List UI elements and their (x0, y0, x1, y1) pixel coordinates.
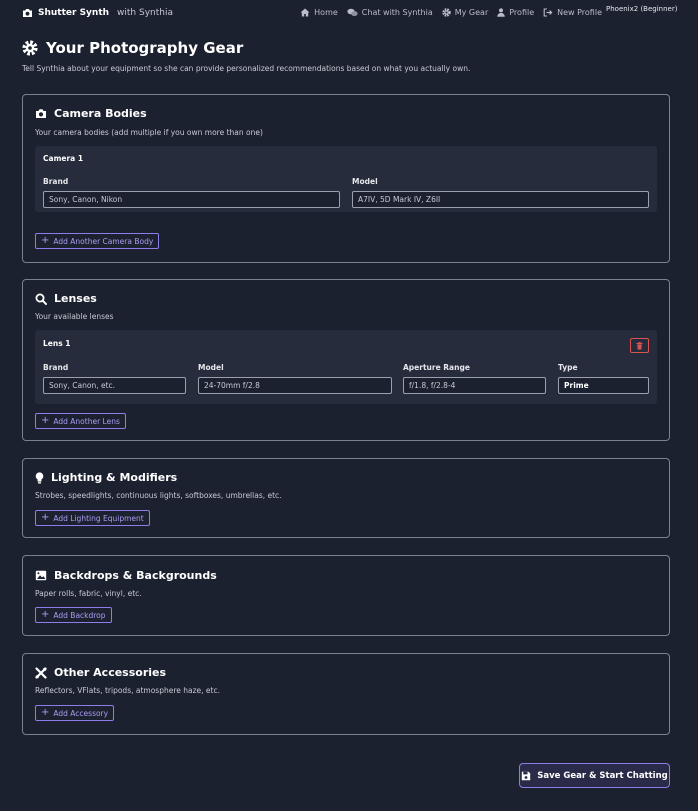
page-heading: Your Photography Gear (46, 39, 244, 57)
camera-model-input[interactable]: A7IV, 5D Mark IV, Z6II (352, 191, 649, 208)
camera-bodies-title: Camera Bodies (54, 107, 147, 120)
nav-home[interactable]: Home (300, 8, 338, 17)
lens-type-select[interactable]: Prime (558, 377, 649, 394)
add-camera-button[interactable]: + Add Another Camera Body (35, 233, 160, 249)
lens-model-label: Model (198, 363, 224, 372)
accessories-section: Other Accessories Reflectors, VFlats, tr… (22, 653, 670, 735)
camera-model-label: Model (352, 177, 378, 186)
cog-icon (22, 40, 38, 56)
home-icon (300, 8, 310, 17)
add-lighting-label: Add Lighting Equipment (53, 513, 144, 523)
nav-profile-label: Profile (509, 8, 535, 17)
lenses-section: Lenses Your available lenses Lens 1 Bran… (22, 279, 670, 441)
user-icon (497, 8, 505, 17)
lighting-title: Lighting & Modifiers (51, 471, 178, 484)
add-lens-label: Add Another Lens (53, 416, 120, 426)
plus-icon: + (41, 235, 50, 246)
gear-icon (442, 8, 451, 17)
plus-icon: + (41, 512, 50, 523)
camera-brand-label: Brand (43, 177, 69, 186)
user-badge[interactable]: Phoenix2 (Beginner) (606, 5, 677, 13)
nav-home-label: Home (314, 8, 338, 17)
trash-icon (636, 341, 643, 350)
lens-type-label: Type (558, 363, 578, 372)
lenses-description: Your available lenses (35, 312, 114, 321)
camera-card-title: Camera 1 (43, 154, 84, 163)
camera-icon (22, 8, 33, 18)
camera-bodies-header: Camera Bodies (35, 107, 147, 120)
top-navbar: Shutter Synth with Synthia Home Chat wit… (0, 0, 698, 28)
camera-bodies-description: Your camera bodies (add multiple if you … (35, 128, 263, 137)
accessories-header: Other Accessories (35, 666, 166, 679)
add-accessory-button[interactable]: + Add Accessory (35, 705, 115, 721)
lens-brand-label: Brand (43, 363, 69, 372)
backdrops-description: Paper rolls, fabric, vinyl, etc. (35, 589, 142, 598)
page-title: Your Photography Gear (22, 39, 243, 57)
page-description: Tell Synthia about your equipment so she… (22, 64, 471, 73)
lens-card: Lens 1 Brand Sony, Canon, etc. Model 24-… (35, 330, 657, 404)
nav-new-profile-label: New Profile (557, 8, 602, 17)
nav-profile[interactable]: Profile (497, 8, 534, 17)
save-gear-button[interactable]: Save Gear & Start Chatting (519, 763, 670, 788)
lenses-header: Lenses (35, 292, 97, 305)
backdrops-header: Backdrops & Backgrounds (35, 569, 217, 582)
backdrops-section: Backdrops & Backgrounds Paper rolls, fab… (22, 555, 670, 636)
lenses-title: Lenses (54, 292, 97, 305)
nav-chat-label: Chat with Synthia (361, 8, 433, 17)
nav-my-gear-label: My Gear (454, 8, 489, 17)
save-icon (521, 771, 531, 781)
lens-aperture-label: Aperture Range (403, 363, 470, 372)
chat-icon (347, 8, 358, 17)
lighting-header: Lighting & Modifiers (35, 471, 177, 484)
tools-icon (35, 666, 47, 679)
plus-icon: + (41, 707, 50, 718)
lens-model-input[interactable]: 24-70mm f/2.8 (198, 377, 392, 394)
lighting-description: Strobes, speedlights, continuous lights,… (35, 491, 282, 500)
lighting-section: Lighting & Modifiers Strobes, speedlight… (22, 458, 670, 538)
lens-card-title: Lens 1 (43, 339, 71, 348)
add-backdrop-button[interactable]: + Add Backdrop (35, 607, 112, 623)
add-lighting-button[interactable]: + Add Lighting Equipment (35, 510, 150, 526)
nav-my-gear[interactable]: My Gear (442, 8, 489, 17)
backdrops-title: Backdrops & Backgrounds (54, 569, 217, 582)
save-gear-label: Save Gear & Start Chatting (537, 770, 668, 781)
lightbulb-icon (35, 471, 44, 484)
image-icon (35, 570, 47, 581)
add-backdrop-label: Add Backdrop (53, 610, 106, 620)
sign-out-icon (543, 8, 553, 17)
accessories-description: Reflectors, VFlats, tripods, atmosphere … (35, 686, 220, 695)
camera-bodies-section: Camera Bodies Your camera bodies (add mu… (22, 94, 670, 263)
brand[interactable]: Shutter Synth with Synthia (22, 8, 173, 18)
camera-icon (35, 108, 47, 119)
delete-lens-button[interactable] (630, 338, 649, 353)
accessories-title: Other Accessories (54, 666, 167, 679)
add-camera-label: Add Another Camera Body (53, 236, 154, 246)
brand-name: Shutter Synth (38, 8, 110, 18)
nav-links: Home Chat with Synthia My Gear Profile N… (300, 8, 602, 17)
add-lens-button[interactable]: + Add Another Lens (35, 413, 126, 429)
plus-icon: + (41, 609, 50, 620)
camera-brand-input[interactable]: Sony, Canon, Nikon (43, 191, 340, 208)
brand-subtitle: with Synthia (117, 8, 173, 18)
nav-chat[interactable]: Chat with Synthia (347, 8, 433, 17)
lens-brand-input[interactable]: Sony, Canon, etc. (43, 377, 186, 394)
plus-icon: + (41, 415, 50, 426)
add-accessory-label: Add Accessory (53, 708, 109, 718)
search-icon (35, 293, 47, 305)
nav-new-profile[interactable]: New Profile (543, 8, 602, 17)
camera-card: Camera 1 Brand Sony, Canon, Nikon Model … (35, 146, 657, 212)
lens-aperture-input[interactable]: f/1.8, f/2.8-4 (403, 377, 546, 394)
